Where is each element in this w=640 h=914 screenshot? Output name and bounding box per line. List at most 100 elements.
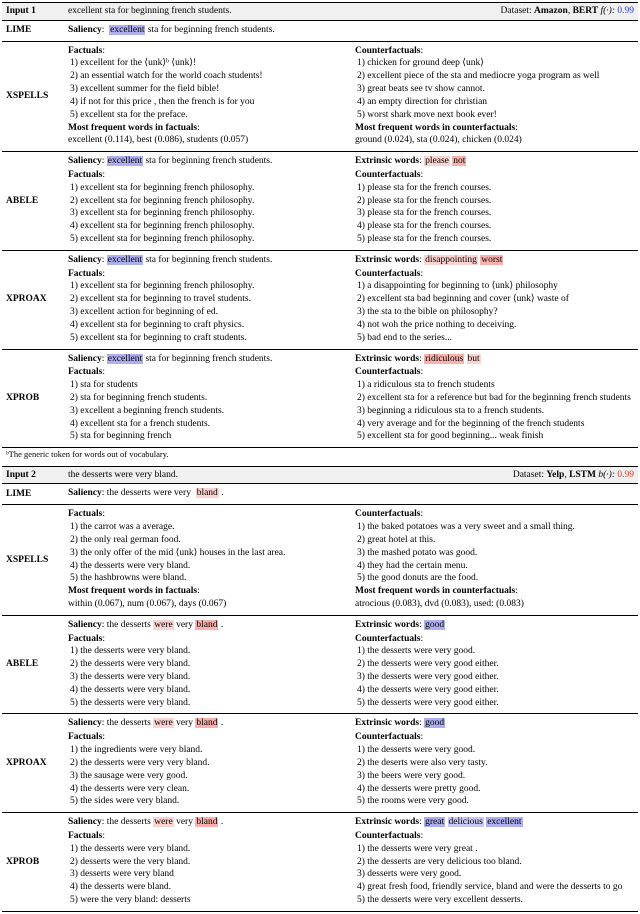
method-xproax-1: XPROAX: [2, 250, 64, 349]
list-item: 3) excellent a beginning french students…: [68, 405, 347, 418]
extrinsic-word: good: [424, 718, 445, 728]
list-item: 2) the desserts were very good either.: [355, 658, 634, 671]
extrinsic-word: ridiculous: [424, 354, 464, 364]
list-item: 2) excellent sta for a reference but bad…: [355, 392, 634, 405]
list-item: 3) great beats see tv show cannot.: [355, 83, 634, 96]
list-item: 2) the desserts are very delicious too b…: [355, 856, 634, 869]
list-item: 3) the beers were very good.: [355, 770, 634, 783]
list-item: 2) desserts were the very bland.: [68, 856, 347, 869]
list-item: 1) sta for students: [68, 379, 347, 392]
saliency-token: were: [153, 718, 173, 728]
list-item: 2) excellent sta for beginning to travel…: [68, 293, 347, 306]
extrinsic-word: not: [452, 156, 466, 166]
xprob2-left: Saliency: the desserts were very bland .…: [64, 813, 351, 912]
list-item: 1) chicken for ground deep ⟨unk⟩: [355, 57, 634, 70]
extrinsic-word: great: [424, 817, 445, 827]
abele1-left: Saliency: excellent sta for beginning fr…: [64, 152, 351, 251]
list-item: 5) worst shark move next book ever!: [355, 109, 634, 122]
list-item: 3) the mashed potato was good.: [355, 547, 634, 560]
list-item: 2) excellent sta bad beginning and cover…: [355, 293, 634, 306]
footnote: ᵇThe generic token for words out of voca…: [2, 448, 638, 462]
list-item: 2) the desserts were very bland.: [68, 658, 347, 671]
xprob1-left: Saliency: excellent sta for beginning fr…: [64, 349, 351, 448]
xspells1-right: Counterfactuals: 1) chicken for ground d…: [351, 41, 638, 152]
list-item: 2) the desserts were very very bland.: [68, 757, 347, 770]
lime2-content: Saliency: the desserts were very bland .: [64, 484, 638, 505]
list-item: 2) an essential watch for the world coac…: [68, 70, 347, 83]
lime1-content: Saliency: excellent sta for beginning fr…: [64, 20, 638, 41]
list-fact: 1) excellent sta for beginning french ph…: [68, 182, 347, 246]
list-item: 3) excellent sta for beginning french ph…: [68, 207, 347, 220]
list-item: 3) excellent summer for the field bible!: [68, 83, 347, 96]
list-item: 1) a disappointing for beginning to ⟨unk…: [355, 280, 634, 293]
list-cf: 1) chicken for ground deep ⟨unk⟩2) excel…: [355, 57, 634, 121]
list-cf: 1) the baked potatoes was a very sweet a…: [355, 521, 634, 585]
extrinsic-word: but: [467, 354, 481, 364]
xproax2-right: Extrinsic words: good Counterfactuals: 1…: [351, 714, 638, 813]
list-item: 4) excellent sta for a french students.: [68, 418, 347, 431]
list-item: 2) great hotel at this.: [355, 534, 634, 547]
list-item: 5) bad end to the series...: [355, 332, 634, 345]
list-item: 4) if not for this price , then the fren…: [68, 96, 347, 109]
saliency-token: the desserts: [107, 718, 151, 728]
extrinsic-word: worst: [480, 255, 503, 265]
saliency-token: very: [176, 817, 193, 827]
table-1: Input 1 excellent sta for beginning fren…: [2, 2, 638, 462]
list-item: 5) please sta for the french courses.: [355, 233, 634, 246]
list-item: 2) the only real german food.: [68, 534, 347, 547]
input1-text: excellent sta for beginning french stude…: [64, 3, 351, 21]
list-item: 3) please sta for the french courses.: [355, 207, 634, 220]
xproax2-left: Saliency: the desserts were very bland .…: [64, 714, 351, 813]
abele2-left: Saliency: the desserts were very bland .…: [64, 615, 351, 714]
list-item: 3) the sta to the bible on philosophy?: [355, 306, 634, 319]
input2-meta: Dataset: Yelp, LSTM b(·): 0.99: [351, 466, 638, 484]
list-item: 4) an empty direction for christian: [355, 96, 634, 109]
list-item: 4) the desserts were pretty good.: [355, 783, 634, 796]
saliency-token: were: [153, 817, 173, 827]
list-fact: 1) excellent for the ⟨unk⟩ᵇ ⟨unk⟩!2) an …: [68, 57, 347, 121]
method-lime-2: LIME: [2, 484, 64, 505]
list-item: 5) excellent sta for good beginning... w…: [355, 430, 634, 443]
list-item: 5) the desserts were very good either.: [355, 697, 634, 710]
list-item: 3) the sausage were very good.: [68, 770, 347, 783]
xprob2-right: Extrinsic words: great delicious excelle…: [351, 813, 638, 912]
extrinsic-word: delicious: [448, 817, 484, 827]
list-item: 4) the desserts were bland.: [68, 881, 347, 894]
saliency-token: bland: [195, 620, 218, 630]
saliency-token: .: [221, 817, 223, 827]
input1-label: Input 1: [2, 3, 64, 21]
list-cf: 1) please sta for the french courses.2) …: [355, 182, 634, 246]
extrinsic-word: disappointing: [424, 255, 478, 265]
saliency-token: bland: [195, 817, 218, 827]
list-item: 4) the desserts were very good either.: [355, 684, 634, 697]
list-item: 5) the desserts were very bland.: [68, 697, 347, 710]
list-item: 5) the sides were very bland.: [68, 795, 347, 808]
abele2-right: Extrinsic words: good Counterfactuals: 1…: [351, 615, 638, 714]
list-item: 3) desserts were very good.: [355, 868, 634, 881]
table-2: Input 2 the desserts were very bland. Da…: [2, 466, 638, 912]
list-item: 4) not woh the price nothing to deceivin…: [355, 319, 634, 332]
xspells1-left: Factuals: 1) excellent for the ⟨unk⟩ᵇ ⟨u…: [64, 41, 351, 152]
list-item: 5) excellent sta for beginning to craft …: [68, 332, 347, 345]
extrinsic-word: excellent: [486, 817, 522, 827]
saliency-token: the desserts: [107, 620, 151, 630]
method-lime-1: LIME: [2, 20, 64, 41]
saliency-token: very: [176, 620, 193, 630]
list-item: 5) the hashbrowns were bland.: [68, 572, 347, 585]
list-item: 5) the rooms were very good.: [355, 795, 634, 808]
list-item: 2) sta for beginning french students.: [68, 392, 347, 405]
list-item: 1) the desserts were very great .: [355, 843, 634, 856]
list-item: 1) the carrot was a average.: [68, 521, 347, 534]
list-item: 1) excellent for the ⟨unk⟩ᵇ ⟨unk⟩!: [68, 57, 347, 70]
input2-label: Input 2: [2, 466, 64, 484]
list-fact: 1) sta for students2) sta for beginning …: [68, 379, 347, 443]
list-cf: 1) the desserts were very great .2) the …: [355, 843, 634, 907]
list-item: 4) excellent sta for beginning french ph…: [68, 220, 347, 233]
saliency-token: the desserts: [107, 817, 151, 827]
list-item: 1) the desserts were very bland.: [68, 645, 347, 658]
list-cf: 1) the desserts were very good.2) the de…: [355, 744, 634, 808]
list-item: 1) excellent sta for beginning french ph…: [68, 182, 347, 195]
list-fact: 1) excellent sta for beginning french ph…: [68, 280, 347, 344]
list-item: 1) a ridiculous sta to french students: [355, 379, 634, 392]
list-item: 5) excellent sta for beginning french ph…: [68, 233, 347, 246]
